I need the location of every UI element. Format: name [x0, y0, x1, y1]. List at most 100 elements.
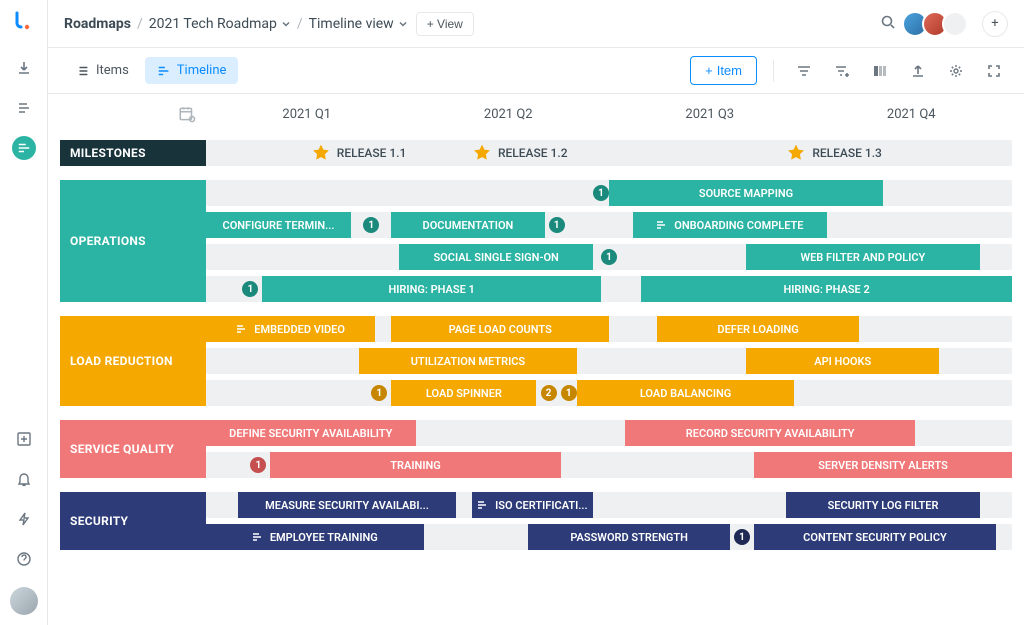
timeline-bar[interactable]: LOAD SPINNER [391, 380, 536, 406]
columns-icon[interactable] [866, 57, 894, 85]
count-badge[interactable]: 1 [561, 385, 577, 401]
breadcrumb-view-label: Timeline view [309, 16, 394, 32]
timeline-track: CONFIGURE TERMIN... DOCUMENTATION ONBOARDI… [206, 212, 1012, 238]
timeline-bar[interactable]: WEB FILTER AND POLICY [746, 244, 980, 270]
timeline-bar[interactable]: HIRING: PHASE 2 [641, 276, 1012, 302]
download-icon[interactable] [12, 56, 36, 80]
timeline-bar[interactable]: SOCIAL SINGLE SIGN-ON [399, 244, 592, 270]
chevron-down-icon [398, 19, 408, 29]
timeline-bar[interactable]: PAGE LOAD COUNTS [391, 316, 609, 342]
list-icon[interactable] [12, 96, 36, 120]
search-icon[interactable] [880, 14, 900, 34]
lane-tracks: MEASURE SECURITY AVAILABI... ISO CERTIFIC… [206, 492, 1012, 550]
quarter-column: 2021 Q2 [408, 107, 610, 122]
collaborator-avatars [908, 11, 968, 37]
timeline-area: 2021 Q12021 Q22021 Q32021 Q4 MILESTONES … [48, 94, 1024, 625]
export-icon[interactable] [904, 57, 932, 85]
count-badge[interactable]: 1 [371, 385, 387, 401]
milestone[interactable]: RELEASE 1.3 [786, 143, 882, 163]
add-collaborator-button[interactable]: + [982, 11, 1008, 37]
timeline-bar[interactable]: RECORD SECURITY AVAILABILITY [625, 420, 915, 446]
breadcrumb-sep: / [137, 16, 143, 32]
timeline-bar[interactable]: DOCUMENTATION [391, 212, 544, 238]
milestone[interactable]: RELEASE 1.2 [472, 143, 568, 163]
lane-label: SERVICE QUALITY [60, 420, 206, 478]
filter-icon[interactable] [790, 57, 818, 85]
count-badge[interactable]: 1 [601, 249, 617, 265]
timeline-bar[interactable]: PASSWORD STRENGTH [528, 524, 730, 550]
add-box-icon[interactable] [12, 427, 36, 451]
breadcrumb-project[interactable]: 2021 Tech Roadmap [149, 16, 291, 32]
timeline-track: EMBEDDED VIDEO PAGE LOAD COUNTS DEFER LOAD… [206, 316, 1012, 342]
add-view-button[interactable]: + View [416, 12, 474, 36]
tab-timeline[interactable]: Timeline [145, 57, 239, 84]
current-user-avatar[interactable] [10, 587, 38, 615]
list-icon [76, 64, 90, 78]
left-rail [0, 0, 48, 625]
timeline-bar[interactable]: CONTENT SECURITY POLICY [754, 524, 996, 550]
milestone[interactable]: RELEASE 1.1 [311, 143, 407, 163]
count-badge[interactable]: 1 [593, 185, 609, 201]
timeline-icon[interactable] [12, 136, 36, 160]
lane-label: LOAD REDUCTION [60, 316, 206, 406]
timeline-bar[interactable]: SOURCE MAPPING [609, 180, 883, 206]
bolt-icon[interactable] [12, 507, 36, 531]
tab-items[interactable]: Items [64, 57, 141, 84]
gear-icon[interactable] [942, 57, 970, 85]
top-bar: Roadmaps / 2021 Tech Roadmap / Timeline … [48, 0, 1024, 48]
view-toolbar: Items Timeline + Item [48, 48, 1024, 94]
breadcrumb-view[interactable]: Timeline view [309, 16, 408, 32]
lane-label: SECURITY [60, 492, 206, 550]
timeline-bar[interactable]: EMBEDDED VIDEO [206, 316, 375, 342]
breadcrumb-root[interactable]: Roadmaps [64, 16, 131, 32]
divider [773, 60, 774, 82]
timeline-track: TRAINING SERVER DENSITY ALERTS 1 [206, 452, 1012, 478]
count-badge[interactable]: 1 [242, 281, 258, 297]
count-badge[interactable]: 1 [734, 529, 750, 545]
plus-icon: + [705, 63, 713, 78]
timeline-bar[interactable]: ONBOARDING COMPLETE [633, 212, 826, 238]
breadcrumb-project-label: 2021 Tech Roadmap [149, 16, 277, 32]
chevron-down-icon [281, 19, 291, 29]
timeline-bar[interactable]: DEFINE SECURITY AVAILABILITY [206, 420, 416, 446]
lane-tracks: DEFINE SECURITY AVAILABILITY RECORD SECUR… [206, 420, 1012, 478]
quarter-column: 2021 Q1 [206, 107, 408, 122]
filter-add-icon[interactable] [828, 57, 856, 85]
count-badge[interactable]: 1 [363, 217, 379, 233]
bell-icon[interactable] [12, 467, 36, 491]
quarter-column: 2021 Q4 [811, 107, 1013, 122]
timeline-bar[interactable]: MEASURE SECURITY AVAILABI... [238, 492, 456, 518]
timeline-header: 2021 Q12021 Q22021 Q32021 Q4 [60, 94, 1012, 134]
lane-tracks: EMBEDDED VIDEO PAGE LOAD COUNTS DEFER LOAD… [206, 316, 1012, 406]
add-item-button[interactable]: + Item [690, 56, 757, 85]
fullscreen-icon[interactable] [980, 57, 1008, 85]
timeline-bar[interactable]: ISO CERTIFICATI... [472, 492, 593, 518]
help-icon[interactable] [12, 547, 36, 571]
lane-ops: OPERATIONSSOURCE MAPPING1CONFIGURE TERMI… [60, 180, 1012, 302]
count-badge[interactable]: 1 [549, 217, 565, 233]
avatar[interactable] [942, 11, 968, 37]
timeline-bar[interactable]: CONFIGURE TERMIN... [206, 212, 351, 238]
breadcrumb: Roadmaps / 2021 Tech Roadmap / Timeline … [64, 16, 408, 32]
count-badge[interactable]: 2 [541, 385, 557, 401]
quarter-column: 2021 Q3 [609, 107, 811, 122]
timeline-bar[interactable]: EMPLOYEE TRAINING [206, 524, 424, 550]
lane-milestones: MILESTONES RELEASE 1.1RELEASE 1.2RELEASE… [60, 140, 1012, 166]
tab-items-label: Items [96, 63, 129, 78]
count-badge[interactable]: 1 [250, 457, 266, 473]
timeline-bar[interactable]: LOAD BALANCING [577, 380, 795, 406]
timeline-bar[interactable]: UTILIZATION METRICS [359, 348, 577, 374]
timeline-track: UTILIZATION METRICS API HOOKS [206, 348, 1012, 374]
timeline-bar[interactable]: HIRING: PHASE 1 [262, 276, 601, 302]
timeline-track: MEASURE SECURITY AVAILABI... ISO CERTIFIC… [206, 492, 1012, 518]
lane-sec: SECURITY MEASURE SECURITY AVAILABI... ISO … [60, 492, 1012, 550]
timeline-bar[interactable]: SECURITY LOG FILTER [786, 492, 979, 518]
timeline-bar[interactable]: API HOOKS [746, 348, 939, 374]
timeline-bar[interactable]: DEFER LOADING [657, 316, 859, 342]
lane-label: OPERATIONS [60, 180, 206, 302]
tab-timeline-label: Timeline [177, 63, 227, 78]
timeline-bar[interactable]: SERVER DENSITY ALERTS [754, 452, 1012, 478]
milestone-track: RELEASE 1.1 RELEASE 1.2 RELEASE 1.3 [206, 140, 1012, 166]
timeline-bar[interactable]: TRAINING [270, 452, 560, 478]
date-settings-icon[interactable] [60, 105, 206, 123]
